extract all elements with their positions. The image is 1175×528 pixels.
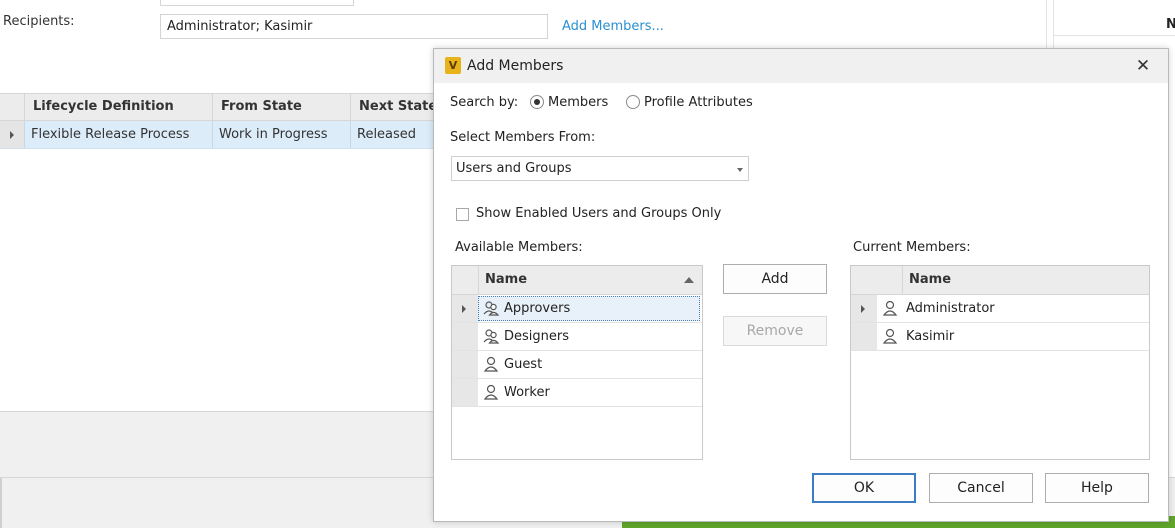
expand-arrow-icon[interactable] (462, 305, 466, 313)
right-panel-separator (1054, 35, 1175, 36)
show-enabled-checkbox[interactable] (456, 208, 469, 221)
member-name: Designers (504, 329, 569, 344)
current-members-label: Current Members: (853, 240, 971, 255)
list-item[interactable]: Approvers (452, 295, 702, 323)
available-members-list[interactable]: Name Approvers Designers Guest Worker (451, 265, 703, 460)
add-members-dialog: V Add Members ✕ Search by: Members Profi… (433, 48, 1169, 522)
select-from-label: Select Members From: (450, 130, 596, 145)
recipients-field[interactable]: Administrator; Kasimir (160, 14, 548, 39)
close-icon[interactable]: ✕ (1130, 55, 1156, 77)
radio-members[interactable] (530, 95, 544, 109)
cell-next-state: Released (350, 121, 440, 148)
member-name: Approvers (504, 301, 571, 316)
grid-header-gutter (0, 94, 24, 121)
column-header-name[interactable]: Name (478, 266, 702, 295)
radio-members-label[interactable]: Members (548, 95, 608, 110)
chevron-down-icon[interactable] (736, 161, 746, 176)
list-item[interactable]: Guest (452, 351, 702, 379)
list-item[interactable]: Administrator (851, 295, 1149, 323)
member-name: Guest (504, 357, 543, 372)
list-item[interactable]: Designers (452, 323, 702, 351)
current-list-header: Name (851, 266, 1149, 295)
show-enabled-label[interactable]: Show Enabled Users and Groups Only (476, 206, 721, 221)
list-item[interactable]: Kasimir (851, 323, 1149, 351)
user-icon (882, 300, 898, 316)
dialog-titlebar[interactable]: V Add Members ✕ (434, 49, 1168, 83)
lifecycle-grid-header: Lifecycle Definition From State Next Sta… (0, 93, 440, 121)
group-icon (483, 329, 500, 344)
cancel-button[interactable]: Cancel (929, 473, 1033, 503)
column-header-from-state[interactable]: From State (212, 94, 350, 121)
add-button[interactable]: Add (723, 264, 827, 294)
recipients-label: Recipients: (3, 14, 75, 29)
add-members-link[interactable]: Add Members... (562, 19, 664, 34)
expand-arrow-icon[interactable] (861, 305, 865, 313)
column-header-next-state[interactable]: Next State (350, 94, 440, 121)
vault-app-icon: V (445, 57, 461, 74)
dialog-title: Add Members (467, 58, 564, 74)
current-members-list[interactable]: Name Administrator Kasimir (850, 265, 1150, 460)
expand-arrow-icon[interactable] (0, 121, 24, 148)
ok-button[interactable]: OK (812, 473, 916, 503)
member-name: Administrator (906, 301, 995, 316)
user-icon (882, 328, 898, 344)
background-strip-edge (0, 478, 2, 528)
column-header-name[interactable]: Name (902, 266, 1149, 295)
header-gutter (452, 266, 478, 295)
group-icon (483, 301, 500, 316)
search-by-label: Search by: (450, 95, 519, 110)
available-members-label: Available Members: (455, 240, 583, 255)
background-top-field (160, 0, 354, 6)
user-icon (483, 384, 499, 400)
background-panel-footer (0, 411, 440, 477)
radio-profile-attributes-label[interactable]: Profile Attributes (644, 95, 753, 110)
cell-from-state: Work in Progress (212, 121, 350, 148)
sort-ascending-icon (684, 277, 694, 283)
user-icon (483, 356, 499, 372)
help-button[interactable]: Help (1045, 473, 1149, 503)
radio-profile-attributes[interactable] (626, 95, 640, 109)
column-header-lifecycle-definition[interactable]: Lifecycle Definition (24, 94, 212, 121)
member-name: Worker (504, 385, 550, 400)
remove-button[interactable]: Remove (723, 316, 827, 346)
table-row[interactable]: Flexible Release Process Work in Progres… (0, 121, 440, 149)
dropdown-value: Users and Groups (456, 161, 572, 176)
right-panel-header: N (1166, 17, 1175, 32)
header-gutter (851, 266, 877, 295)
list-item[interactable]: Worker (452, 379, 702, 407)
cell-lifecycle-definition: Flexible Release Process (24, 121, 212, 148)
member-name: Kasimir (906, 329, 955, 344)
members-source-dropdown[interactable]: Users and Groups (451, 156, 749, 181)
available-list-header: Name (452, 266, 702, 295)
